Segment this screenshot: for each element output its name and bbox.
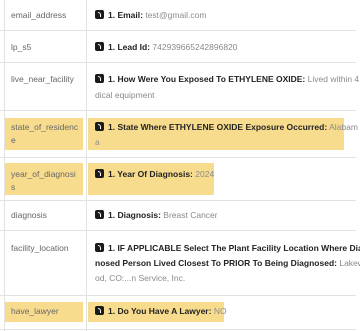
field-value: 1. Year Of Diagnosis: 2024 bbox=[95, 169, 355, 180]
table-row: year_of_diagnosi s 1. Year Of Diagnosis:… bbox=[0, 157, 356, 200]
answer-value: 2024 bbox=[195, 169, 215, 179]
field-value: 1. Diagnosis: Breast Cancer bbox=[95, 210, 355, 221]
field-name: facility_location bbox=[11, 243, 69, 253]
field-table: email_address 1. Email: test@gmail.com l… bbox=[0, 0, 360, 331]
tag-icon bbox=[95, 74, 104, 83]
table-row: diagnosis 1. Diagnosis: Breast Cancer bbox=[0, 200, 356, 230]
field-name: lp_s5 bbox=[11, 42, 32, 52]
field-value: 1. Lead Id: 742939665242896820 bbox=[95, 42, 355, 53]
answer-value: Lakewo bbox=[339, 258, 360, 268]
question-label: 1. Email: bbox=[108, 10, 143, 20]
answer-value: 742939665242896820 bbox=[152, 42, 238, 52]
table-row: state_of_residenc e 1. State Where ETHYL… bbox=[0, 110, 358, 157]
tag-icon bbox=[95, 169, 104, 178]
answer-value: Breast Cancer bbox=[163, 210, 218, 220]
field-value: 1. How Were You Exposed To ETHYLENE OXID… bbox=[95, 74, 360, 101]
field-name: year_of_diagnosi bbox=[11, 169, 76, 179]
field-name: diagnosis bbox=[11, 210, 47, 220]
field-name-continued: s bbox=[11, 182, 16, 192]
question-label: 1. State Where ETHYLENE OXIDE Exposure O… bbox=[108, 122, 328, 132]
question-label: 1. Do You Have A Lawyer: bbox=[108, 306, 212, 316]
tag-icon bbox=[95, 10, 104, 19]
table-row: have_lawyer 1. Do You Have A Lawyer: NO bbox=[0, 295, 356, 329]
tag-icon bbox=[95, 306, 104, 315]
question-label: 1. How Were You Exposed To ETHYLENE OXID… bbox=[108, 74, 306, 84]
field-value: 1. Email: test@gmail.com bbox=[95, 10, 355, 21]
tag-icon bbox=[95, 122, 104, 131]
field-value: 1. Do You Have A Lawyer: NO bbox=[95, 306, 355, 317]
question-label-continued: nosed Person Lived Closest To PRIOR To B… bbox=[95, 258, 337, 268]
field-name: email_address bbox=[11, 10, 67, 20]
question-label: 1. Lead Id: bbox=[108, 42, 151, 52]
answer-value-continued: dical equipment bbox=[95, 90, 155, 100]
field-name: have_lawyer bbox=[11, 306, 59, 316]
field-name-continued: e bbox=[11, 135, 16, 145]
field-value: 1. State Where ETHYLENE OXIDE Exposure O… bbox=[95, 122, 358, 148]
answer-value: Alabam bbox=[329, 122, 358, 132]
question-label: 1. Diagnosis: bbox=[108, 210, 161, 220]
tag-icon bbox=[95, 42, 104, 51]
answer-value-continued: od, CO:...n Service, Inc. bbox=[95, 273, 186, 283]
field-name: live_near_facility bbox=[11, 74, 74, 84]
table-row: email_address 1. Email: test@gmail.com bbox=[0, 0, 356, 30]
question-label: 1. Year Of Diagnosis: bbox=[108, 169, 193, 179]
table-row: facility_location 1. IF APPLICABLE Selec… bbox=[0, 230, 360, 295]
row-divider bbox=[0, 329, 356, 330]
tag-icon bbox=[95, 210, 104, 219]
answer-value: test@gmail.com bbox=[145, 10, 207, 20]
answer-value-continued: a bbox=[95, 137, 100, 147]
answer-value: Lived within 4... bbox=[307, 74, 360, 84]
question-label: 1. IF APPLICABLE Select The Plant Facili… bbox=[108, 243, 360, 253]
field-name: state_of_residenc bbox=[11, 122, 79, 132]
table-row: lp_s5 1. Lead Id: 742939665242896820 bbox=[0, 30, 356, 62]
table-row: live_near_facility 1. How Were You Expos… bbox=[0, 62, 360, 110]
field-value: 1. IF APPLICABLE Select The Plant Facili… bbox=[95, 243, 360, 284]
answer-value: NO bbox=[213, 306, 227, 316]
tag-icon bbox=[95, 243, 104, 252]
